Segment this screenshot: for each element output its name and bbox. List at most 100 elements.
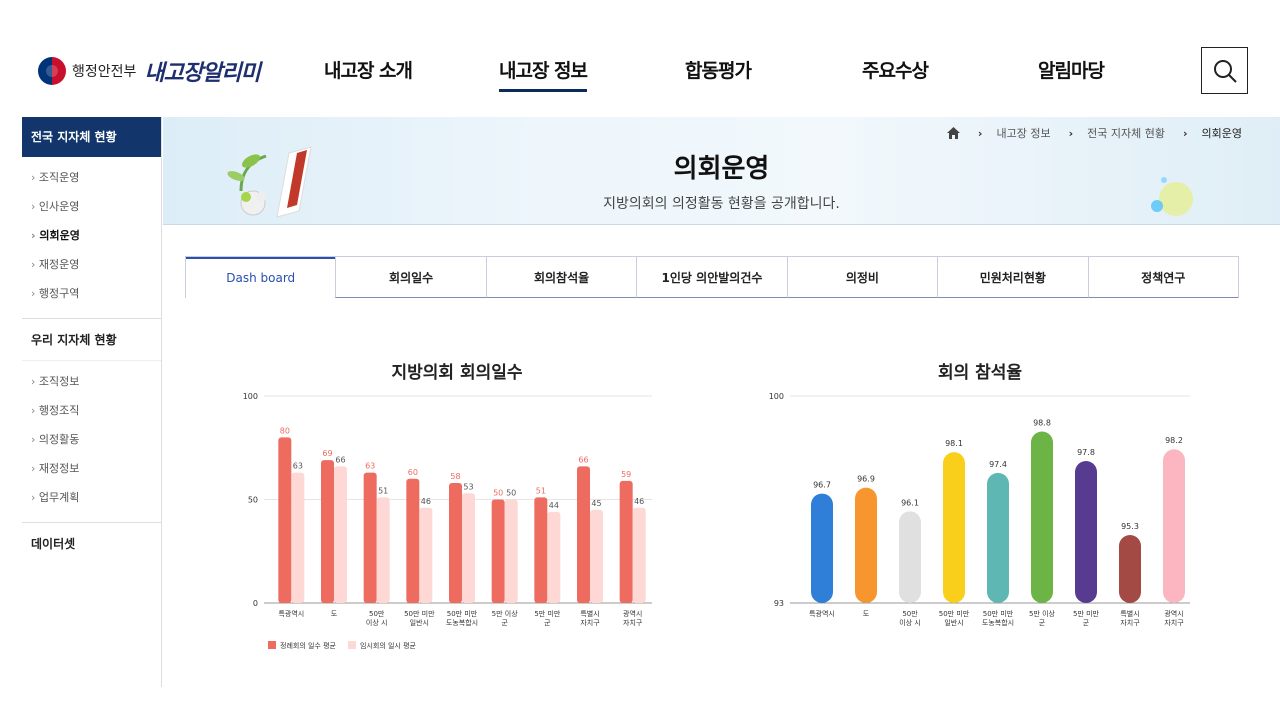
data-label: 98.1 [945,439,963,448]
sidebar-section-dataset[interactable]: 데이터셋 [22,522,161,564]
bar-extra [547,511,561,603]
bar-extra [376,497,390,603]
x-tick-label: 자치구 [1120,618,1140,627]
tab-meeting-days[interactable]: 회의일수 [335,257,486,298]
x-tick-label: 도농복합시 [446,618,478,627]
x-tick-label: 도 [331,610,338,618]
y-tick-label: 50 [248,496,258,505]
x-tick-label: 특별시 [580,609,599,618]
x-tick-label: 특광역시 [278,609,304,618]
x-tick-label: 군 [544,619,551,627]
bar [811,493,833,603]
bar-extra [462,493,475,603]
bar [855,487,877,603]
x-tick-label: 군 [1083,619,1090,627]
breadcrumb-separator: › [977,126,983,140]
sidebar-item-council[interactable]: 의회운영 [22,221,161,250]
tab-policy-research[interactable]: 정책연구 [1087,257,1238,298]
bar-regular [278,437,292,603]
bar-extra [504,499,518,603]
ministry-name: 행정안전부 [72,64,137,80]
data-label: 96.1 [901,498,919,507]
x-tick-label: 이상 시 [899,618,921,627]
data-label: 51 [378,486,388,495]
y-tick-label: 0 [253,599,258,608]
site-logo[interactable]: 행정안전부 내고장알리미 [38,55,261,87]
breadcrumb-item[interactable]: 내고장 정보 [996,125,1050,141]
sidebar: 전국 지자체 현황 조직운영 인사운영 의회운영 재정운영 행정구역 우리 지자… [22,117,162,687]
sidebar-item-finance[interactable]: 재정운영 [22,250,161,279]
bar-regular [534,497,548,603]
nav-item-info[interactable]: 내고장 정보 [499,56,588,92]
sidebar-item-admin-org[interactable]: 행정조직 [22,396,161,425]
sidebar-item-personnel[interactable]: 인사운영 [22,192,161,221]
tab-bills-per-person[interactable]: 1인당 의안발의건수 [636,257,787,298]
x-tick-label: 5만 미만 [534,609,561,618]
x-tick-label: 군 [501,619,508,627]
data-label: 58 [450,472,460,481]
sidebar-item-district[interactable]: 행정구역 [22,279,161,308]
x-tick-label: 도농복합시 [982,618,1014,627]
x-tick-label: 일반시 [410,618,429,627]
bar-extra [291,472,305,603]
sidebar-item-organization[interactable]: 조직운영 [22,163,161,192]
x-tick-label: 도 [863,610,870,618]
bar-regular [406,478,420,603]
attendance-rate-chart: 93 100 96.7 특광역시 96.9 도 96.1 50만이상 시 98.1 50만 미만일… [769,392,1190,627]
x-tick-label: 군 [1039,619,1046,627]
breadcrumb-separator: › [1182,126,1188,140]
x-tick-label: 특별시 [1120,609,1139,618]
home-icon[interactable] [946,127,960,139]
nav-item-intro[interactable]: 내고장 소개 [324,56,413,89]
sidebar-item-work-plan[interactable]: 업무계획 [22,483,161,512]
bar-extra [419,507,433,603]
bar [1163,449,1185,603]
site-name: 내고장알리미 [144,60,260,86]
content-tabs: Dash board 회의일수 회의참석율 1인당 의안발의건수 의정비 민원처… [185,256,1239,298]
x-tick-label: 이상 시 [366,618,388,627]
bar-regular [577,466,590,603]
x-tick-label: 자치구 [623,618,643,627]
nav-item-awards[interactable]: 주요수상 [862,56,929,89]
x-tick-label: 50만 미만 [983,609,1014,618]
data-label: 97.8 [1077,448,1095,457]
sidebar-title[interactable]: 전국 지자체 현황 [22,117,161,157]
y-tick-label: 100 [769,392,784,401]
x-tick-label: 50만 [902,609,918,618]
sidebar-item-finance-info[interactable]: 재정정보 [22,454,161,483]
nav-item-notice[interactable]: 알림마당 [1038,56,1105,89]
data-label: 46 [634,497,644,506]
data-label: 44 [549,501,559,510]
x-tick-label: 5만 이상 [1029,609,1056,618]
sidebar-item-org-info[interactable]: 조직정보 [22,367,161,396]
data-label: 66 [335,455,345,464]
tab-allowance[interactable]: 의정비 [786,257,938,298]
data-label: 45 [591,499,601,508]
data-label: 51 [536,486,546,495]
bar [987,472,1009,603]
tab-attendance[interactable]: 회의참석율 [485,257,637,298]
data-label: 50 [493,489,503,498]
tab-complaints[interactable]: 민원처리현황 [937,257,1088,298]
x-tick-label: 광역시 [1164,609,1183,618]
search-button[interactable] [1201,47,1248,94]
x-tick-label: 광역시 [623,609,642,618]
sidebar-section-local[interactable]: 우리 지자체 현황 [22,318,161,361]
breadcrumb-item[interactable]: 전국 지자체 현황 [1087,125,1165,141]
data-label: 60 [408,468,418,477]
breadcrumb: › 내고장 정보 › 전국 지자체 현황 › 의회운영 [946,125,1242,141]
nav-item-evaluation[interactable]: 합동평가 [685,56,752,89]
meeting-days-chart: 0501008063특광역시6966도635150만이상 시604650만 미만… [243,392,652,650]
page-title: 의회운영 [673,154,770,184]
bar-extra [334,466,347,603]
sidebar-menu: 조직운영 인사운영 의회운영 재정운영 행정구역 [22,157,161,318]
legend-label: 임시회의 일시 평균 [360,641,417,650]
data-label: 69 [322,449,332,458]
x-tick-label: 50만 미만 [447,609,478,618]
bar [899,511,921,603]
data-label: 95.3 [1121,522,1139,531]
sidebar-item-council-activity[interactable]: 의정활동 [22,425,161,454]
y-tick-label: 100 [243,392,258,401]
tab-dashboard[interactable]: Dash board [186,257,336,298]
legend-swatch [268,641,276,649]
